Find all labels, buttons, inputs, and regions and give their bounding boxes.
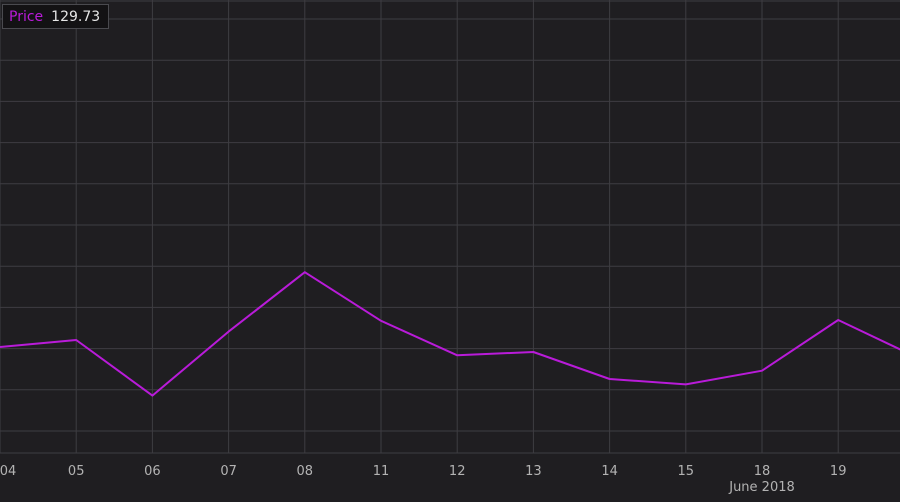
x-tick-label: 13 <box>525 464 542 479</box>
series-layer <box>0 271 900 397</box>
legend-price-value: 129.73 <box>51 8 101 25</box>
x-tick-label: 15 <box>678 464 695 479</box>
x-tick-label: 14 <box>601 464 618 479</box>
legend-series-name: Price <box>9 8 44 25</box>
price-legend: Price 129.73 <box>2 4 110 29</box>
price-chart[interactable]: 04 05 06 07 08 11 12 13 14 15 18 19 June 2018 Price … <box>0 0 900 502</box>
x-tick-label: 12 <box>449 464 466 479</box>
x-month-label: June 2018 <box>728 480 795 495</box>
x-tick-label: 07 <box>220 464 237 479</box>
chart-canvas[interactable]: 04 05 06 07 08 11 12 13 14 15 18 19 June 2018 <box>0 0 900 502</box>
grid-lines <box>0 0 900 454</box>
x-tick-label: 18 <box>754 464 771 479</box>
x-tick-label: 04 <box>0 464 16 479</box>
x-tick-label: 11 <box>373 464 390 479</box>
x-tick-label: 06 <box>144 464 161 479</box>
x-tick-label: 08 <box>297 464 314 479</box>
x-axis: 04 05 06 07 08 11 12 13 14 15 18 19 June 2018 <box>0 464 846 495</box>
price-series-line <box>0 271 900 397</box>
x-tick-label: 19 <box>830 464 847 479</box>
x-tick-label: 05 <box>68 464 85 479</box>
